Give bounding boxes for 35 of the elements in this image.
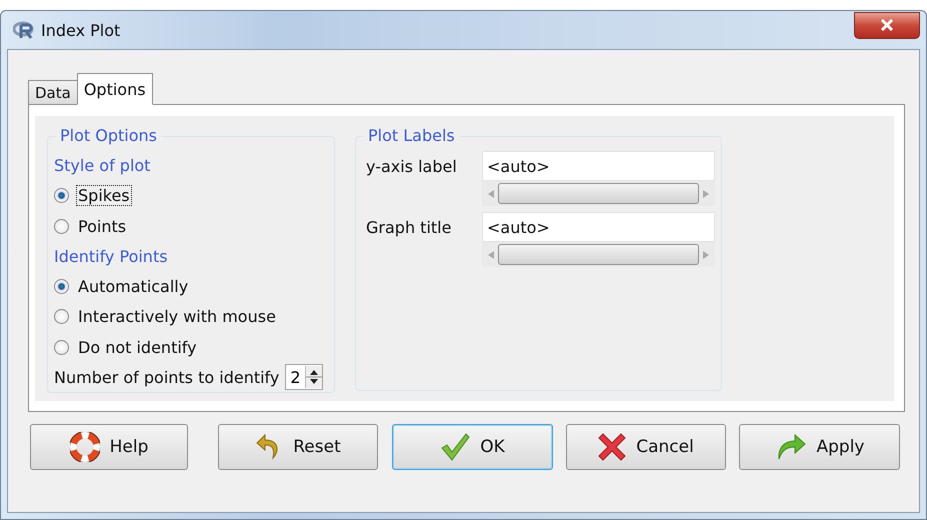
close-icon (880, 19, 894, 31)
radio-option[interactable]: Spikes (54, 180, 328, 212)
lifebuoy-icon (70, 432, 100, 462)
group-title: Plot Options (56, 126, 161, 145)
dialog-button[interactable]: Cancel (566, 424, 726, 470)
horizontal-scrollbar[interactable] (482, 242, 715, 267)
input-field[interactable]: <auto> (482, 212, 715, 242)
radio-option[interactable]: Points (54, 211, 328, 242)
check-icon (440, 433, 470, 461)
radio-option[interactable]: Interactively with mouse (54, 302, 328, 332)
dialog-button[interactable]: Reset (218, 424, 378, 470)
horizontal-scrollbar[interactable] (482, 181, 715, 206)
dialog-button[interactable]: Help (30, 424, 188, 470)
dialog-button[interactable]: OK (392, 424, 553, 470)
dialog-button[interactable]: Apply (739, 424, 900, 470)
tab[interactable]: Data (28, 80, 78, 105)
section-heading: Style of plot (54, 155, 152, 178)
cross-icon (598, 433, 626, 461)
scroll-right-icon (703, 190, 709, 198)
field-label: Graph title (366, 217, 452, 237)
input-field[interactable]: <auto> (482, 151, 715, 181)
radio-option[interactable]: Automatically (54, 271, 328, 302)
window-title: Index Plot (41, 20, 122, 40)
scroll-right-icon (703, 250, 709, 258)
scroll-left-icon (488, 250, 494, 258)
close-button[interactable] (854, 12, 920, 38)
app-logo-icon (13, 21, 35, 39)
tab[interactable]: Options (76, 73, 153, 105)
field-label: y-axis label (366, 156, 458, 176)
section-heading: Identify Points (54, 246, 169, 268)
scroll-left-icon (488, 190, 494, 198)
field-label: Number of points to identify (54, 368, 280, 387)
radio-option[interactable]: Do not identify (54, 332, 328, 363)
spin-arrows-icon (304, 366, 322, 388)
spin-box[interactable]: 2 (285, 364, 323, 390)
